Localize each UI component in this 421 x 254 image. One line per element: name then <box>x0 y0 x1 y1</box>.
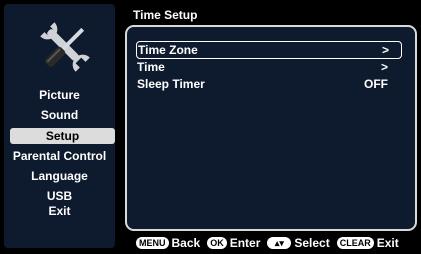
hint-select[interactable]: ▴▾ Select <box>267 236 330 250</box>
row-label: Time <box>137 60 165 74</box>
clear-key-icon: CLEAR <box>336 237 374 249</box>
page-title: Time Setup <box>133 8 198 22</box>
sidebar-item-usb[interactable]: USB <box>4 189 115 203</box>
row-sleep-timer[interactable]: Sleep Timer OFF <box>136 76 400 92</box>
row-value: OFF <box>364 77 388 91</box>
hint-exit[interactable]: CLEAR Exit <box>336 236 399 250</box>
tv-menu-screen: Picture Sound Setup Parental Control Lan… <box>0 0 421 254</box>
row-label: Sleep Timer <box>137 77 205 91</box>
row-label: Time Zone <box>138 43 198 57</box>
hint-label: Back <box>171 236 201 250</box>
row-time[interactable]: Time > <box>136 59 400 75</box>
menu-key-icon: MENU <box>136 237 169 249</box>
sidebar-item-sound[interactable]: Sound <box>4 108 115 122</box>
row-time-zone[interactable]: Time Zone > <box>136 41 402 59</box>
sidebar-item-exit[interactable]: Exit <box>4 204 115 218</box>
footer-hints: MENU Back OK Enter ▴▾ Select CLEAR Exit <box>136 235 402 251</box>
tools-icon <box>34 16 96 78</box>
sidebar-item-parental-control[interactable]: Parental Control <box>4 149 115 163</box>
chevron-right-icon: > <box>380 60 388 74</box>
sidebar-item-setup[interactable]: Setup <box>10 128 115 144</box>
hint-label: Enter <box>229 236 261 250</box>
hint-label: Exit <box>376 236 399 250</box>
sidebar-item-language[interactable]: Language <box>4 169 115 183</box>
up-down-arrows-icon: ▴▾ <box>267 237 292 249</box>
chevron-right-icon: > <box>381 43 389 57</box>
settings-panel: Time Zone > Time > Sleep Timer OFF <box>125 25 417 231</box>
sidebar: Picture Sound Setup Parental Control Lan… <box>4 4 115 248</box>
hint-label: Select <box>294 236 330 250</box>
ok-key-icon: OK <box>207 237 227 249</box>
hint-back[interactable]: MENU Back <box>136 236 200 250</box>
sidebar-item-picture[interactable]: Picture <box>4 88 115 102</box>
hint-enter[interactable]: OK Enter <box>207 236 260 250</box>
